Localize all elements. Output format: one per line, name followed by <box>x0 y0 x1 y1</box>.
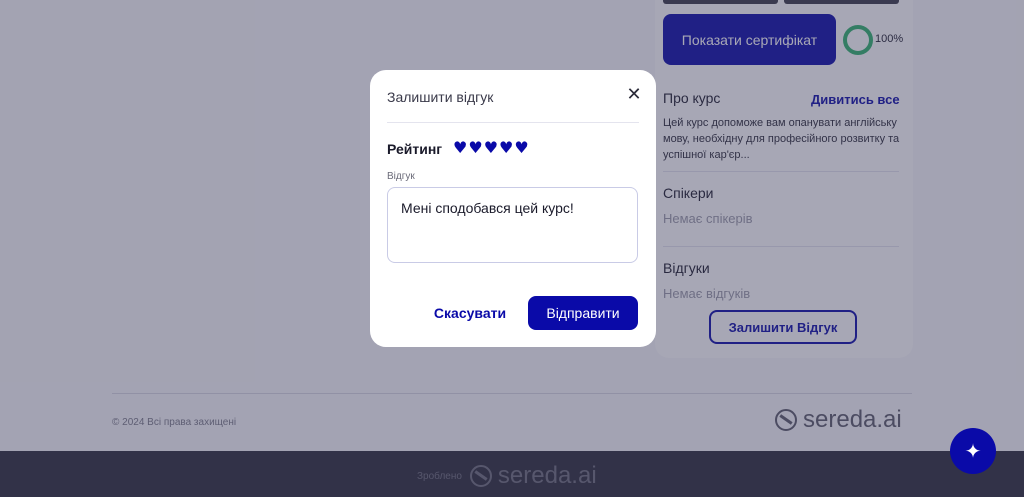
heart-icon[interactable]: ♥ <box>468 138 482 158</box>
rating-hearts: ♥ ♥ ♥ ♥ ♥ <box>453 138 529 158</box>
modal-divider <box>387 122 639 123</box>
leave-review-modal: Залишити відгук ✕ Рейтинг ♥ ♥ ♥ ♥ ♥ Відг… <box>370 70 656 347</box>
rating-label: Рейтинг <box>387 141 443 157</box>
cancel-button[interactable]: Скасувати <box>424 297 516 329</box>
review-field-label: Відгук <box>387 171 415 182</box>
sparkle-icon: ✦ <box>964 440 982 463</box>
heart-icon[interactable]: ♥ <box>453 138 467 158</box>
ai-assistant-button[interactable]: ✦ <box>950 428 996 474</box>
modal-title: Залишити відгук <box>387 89 494 105</box>
review-textarea[interactable]: Мені сподобався цей курс! <box>387 187 638 263</box>
submit-button[interactable]: Відправити <box>528 296 638 330</box>
heart-icon[interactable]: ♥ <box>514 138 528 158</box>
heart-icon[interactable]: ♥ <box>499 138 513 158</box>
close-icon[interactable]: ✕ <box>623 83 645 105</box>
heart-icon[interactable]: ♥ <box>484 138 498 158</box>
